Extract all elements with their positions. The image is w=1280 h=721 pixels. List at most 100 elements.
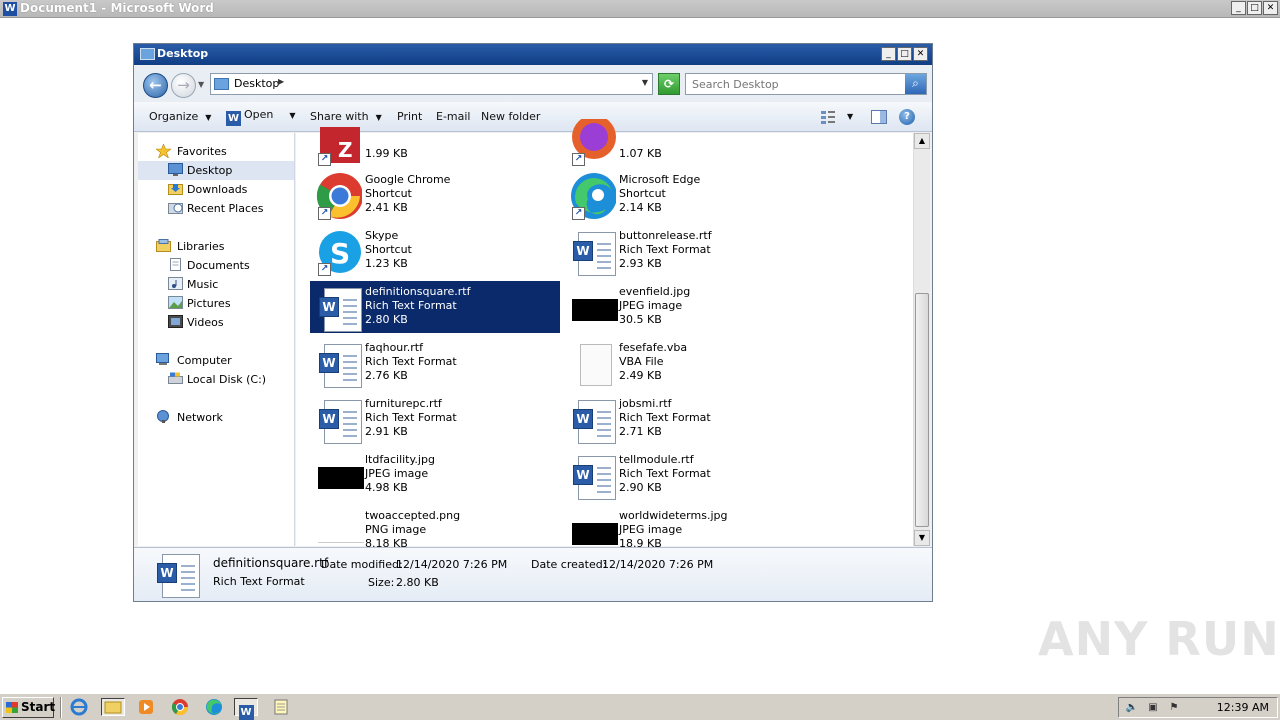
- nav-local-disk[interactable]: Local Disk (C:): [138, 370, 294, 389]
- file-item[interactable]: W furniturepc.rtf Rich Text Format 2.91 …: [310, 393, 560, 445]
- file-item[interactable]: Z ↗ 1.99 KB: [310, 115, 560, 167]
- nav-downloads[interactable]: Downloads: [138, 180, 294, 199]
- internet-explorer-icon[interactable]: [69, 698, 89, 716]
- file-item[interactable]: evenfield.jpg JPEG image 30.5 KB: [564, 281, 814, 333]
- media-player-icon[interactable]: [136, 698, 156, 716]
- explorer-title-bar[interactable]: Desktop _ □ ✕: [134, 44, 932, 65]
- volume-icon[interactable]: 🔈: [1125, 701, 1139, 715]
- file-item[interactable]: ↗ Google Chrome Shortcut 2.41 KB: [310, 169, 560, 221]
- back-button[interactable]: ←: [143, 73, 168, 98]
- details-size-label: Size:: [368, 576, 395, 589]
- desktop-icon: [168, 163, 183, 176]
- file-name: faqhour.rtf: [365, 341, 423, 354]
- windows-explorer-icon[interactable]: [101, 698, 125, 716]
- nav-label: Recent Places: [187, 202, 264, 215]
- file-item-selected[interactable]: W definitionsquare.rtf Rich Text Format …: [310, 281, 560, 333]
- nav-music[interactable]: Music: [138, 275, 294, 294]
- file-item[interactable]: ↗ 1.07 KB: [564, 115, 814, 167]
- hard-drive-icon: [168, 372, 183, 385]
- file-type: JPEG image: [365, 467, 429, 480]
- explorer-window: Desktop _ □ ✕ ← → ▼ Desktop ▶ ▼ ⟳ ⌕ Orga…: [133, 43, 933, 602]
- address-bar[interactable]: Desktop ▶ ▼: [210, 73, 653, 95]
- file-item[interactable]: ltdfacility.jpg JPEG image 4.98 KB: [310, 449, 560, 501]
- recent-pages-dropdown[interactable]: ▼: [198, 80, 204, 89]
- chevron-down-icon: ▼: [205, 113, 212, 122]
- organize-button[interactable]: Organize ▼: [149, 110, 211, 123]
- file-type: Rich Text Format: [365, 355, 457, 368]
- network-status-icon[interactable]: ▣: [1146, 701, 1160, 715]
- libraries-icon: [156, 239, 171, 252]
- file-size: 2.71 KB: [619, 425, 662, 438]
- search-input[interactable]: [686, 74, 906, 94]
- details-file-type: Rich Text Format: [213, 575, 305, 588]
- file-type: Rich Text Format: [365, 299, 457, 312]
- taskbar-clock[interactable]: 12:39 AM: [1217, 701, 1269, 714]
- breadcrumb-arrow-icon[interactable]: ▶: [278, 77, 284, 86]
- minimize-button[interactable]: _: [881, 47, 896, 61]
- file-size: 2.90 KB: [619, 481, 662, 494]
- address-history-dropdown[interactable]: ▼: [642, 78, 648, 87]
- file-item[interactable]: fesefafe.vba VBA File 2.49 KB: [564, 337, 814, 389]
- nav-documents[interactable]: Documents: [138, 256, 294, 275]
- desktop-icon: [214, 78, 229, 90]
- change-view-icon[interactable]: [820, 110, 836, 124]
- action-center-flag-icon[interactable]: ⚑: [1167, 701, 1181, 715]
- nav-videos[interactable]: Videos: [138, 313, 294, 332]
- close-button[interactable]: ✕: [1263, 1, 1278, 15]
- word-app-icon[interactable]: W: [3, 2, 17, 16]
- forward-button[interactable]: →: [171, 73, 196, 98]
- shortcut-arrow-icon: ↗: [318, 207, 331, 220]
- scroll-up-button[interactable]: ▲: [914, 133, 930, 149]
- edge-icon[interactable]: [204, 698, 224, 716]
- file-item[interactable]: W buttonrelease.rtf Rich Text Format 2.9…: [564, 225, 814, 277]
- word-caption-buttons: _ □ ✕: [1231, 1, 1278, 15]
- details-date-modified-label: Date modified:: [321, 558, 403, 571]
- file-item[interactable]: W faqhour.rtf Rich Text Format 2.76 KB: [310, 337, 560, 389]
- nav-network[interactable]: Network: [138, 408, 294, 427]
- nav-recent-places[interactable]: Recent Places: [138, 199, 294, 218]
- file-type: Shortcut: [365, 187, 412, 200]
- search-box[interactable]: ⌕: [685, 73, 927, 95]
- nav-libraries[interactable]: Libraries: [138, 237, 294, 256]
- open-button[interactable]: W Open ▼: [226, 108, 296, 126]
- explorer-title: Desktop: [157, 47, 209, 60]
- nav-computer[interactable]: Computer: [138, 351, 294, 370]
- file-size: 2.91 KB: [365, 425, 408, 438]
- close-button[interactable]: ✕: [913, 47, 928, 61]
- file-name: furniturepc.rtf: [365, 397, 442, 410]
- maximize-button[interactable]: □: [897, 47, 912, 61]
- scroll-down-button[interactable]: ▼: [914, 530, 930, 546]
- file-type: Rich Text Format: [365, 411, 457, 424]
- minimize-button[interactable]: _: [1231, 1, 1246, 15]
- nav-label: Local Disk (C:): [187, 373, 267, 386]
- view-options-dropdown[interactable]: ▼: [847, 112, 853, 121]
- nav-desktop[interactable]: Desktop: [138, 161, 294, 180]
- network-icon: [156, 410, 171, 423]
- preview-pane-icon[interactable]: [871, 110, 887, 124]
- videos-icon: [168, 315, 183, 328]
- refresh-button[interactable]: ⟳: [658, 73, 680, 95]
- file-name: tellmodule.rtf: [619, 453, 694, 466]
- file-name: twoaccepted.png: [365, 509, 461, 522]
- nav-favorites[interactable]: Favorites: [138, 142, 294, 161]
- scroll-thumb[interactable]: [915, 293, 929, 527]
- notepad-icon[interactable]: [271, 698, 291, 716]
- word-title-bar[interactable]: W Document1 - Microsoft Word _ □ ✕: [0, 0, 1280, 18]
- search-icon[interactable]: ⌕: [905, 74, 926, 94]
- vertical-scrollbar[interactable]: ▲ ▼: [913, 133, 930, 546]
- chrome-icon[interactable]: [170, 698, 190, 716]
- file-item[interactable]: S ↗ Skype Shortcut 1.23 KB: [310, 225, 560, 277]
- file-item[interactable]: W tellmodule.rtf Rich Text Format 2.90 K…: [564, 449, 814, 501]
- file-item[interactable]: ↗ Microsoft Edge Shortcut 2.14 KB: [564, 169, 814, 221]
- breadcrumb[interactable]: Desktop: [234, 77, 279, 90]
- file-item[interactable]: W jobsmi.rtf Rich Text Format 2.71 KB: [564, 393, 814, 445]
- file-name: jobsmi.rtf: [619, 397, 672, 410]
- help-icon[interactable]: ?: [899, 109, 915, 125]
- file-size: 2.14 KB: [619, 201, 662, 214]
- nav-pictures[interactable]: Pictures: [138, 294, 294, 313]
- file-size: 1.07 KB: [619, 147, 662, 160]
- maximize-button[interactable]: □: [1247, 1, 1262, 15]
- word-taskbar-icon[interactable]: W: [234, 698, 258, 720]
- nav-label: Network: [177, 411, 223, 424]
- start-button[interactable]: Start: [2, 697, 55, 718]
